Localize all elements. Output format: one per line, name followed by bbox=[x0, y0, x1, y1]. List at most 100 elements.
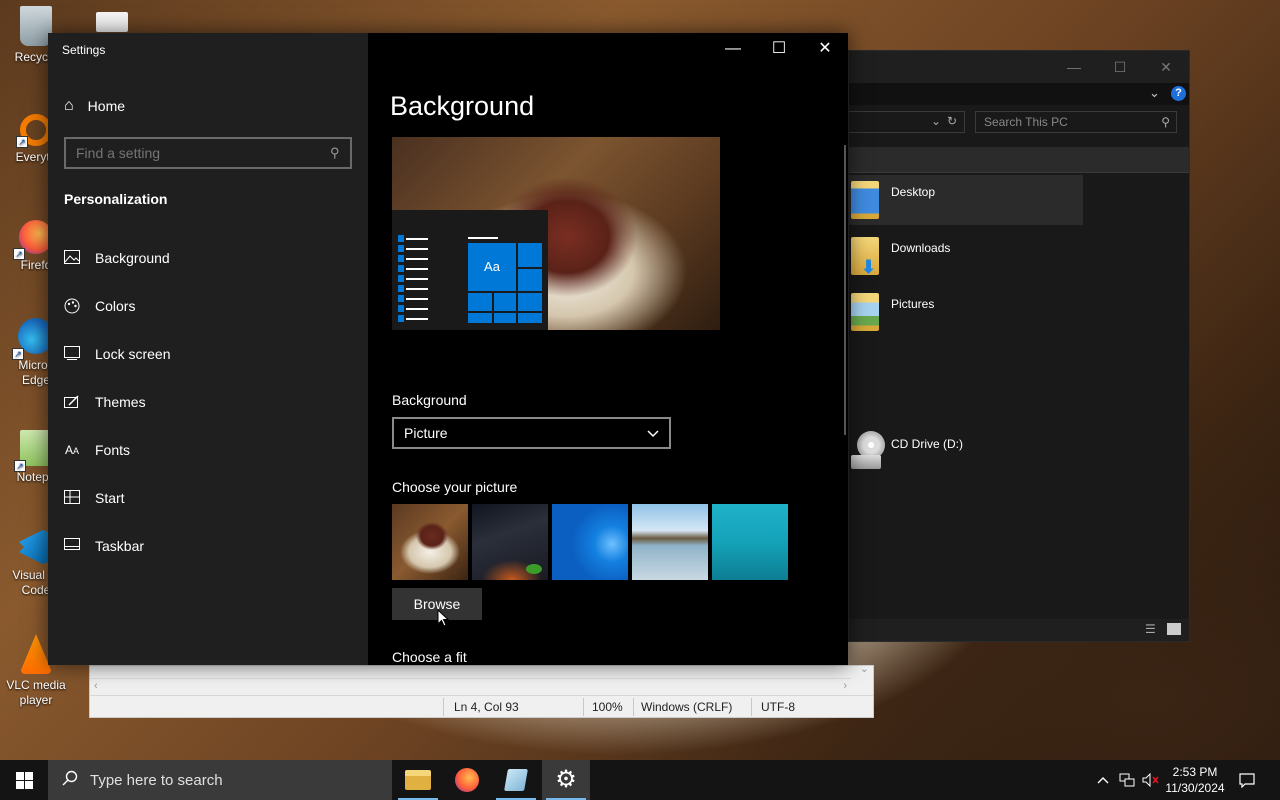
find-setting-input[interactable] bbox=[64, 137, 352, 169]
nav-item-fonts[interactable]: AA Fonts bbox=[64, 438, 130, 462]
address-bar[interactable]: ⌄ ↻ bbox=[849, 111, 965, 133]
explorer-search-input[interactable]: Search This PC ⚲ bbox=[975, 111, 1177, 133]
thumbnail-night-sky[interactable] bbox=[472, 504, 548, 580]
settings-window[interactable]: Settings ⌂ Home ⚲ Personalization Backgr… bbox=[48, 33, 848, 665]
large-icons-view-icon[interactable] bbox=[1167, 623, 1181, 635]
nav-item-background[interactable]: Background bbox=[64, 246, 170, 270]
file-icon[interactable] bbox=[96, 12, 128, 32]
background-type-dropdown[interactable]: Picture bbox=[392, 417, 671, 449]
chevron-down-icon bbox=[647, 425, 659, 441]
preview-tile-aa: Aa bbox=[468, 243, 516, 291]
scroll-left-icon[interactable]: ‹ bbox=[94, 680, 98, 692]
scroll-right-icon[interactable]: › bbox=[843, 680, 847, 692]
refresh-icon[interactable]: ↻ bbox=[947, 114, 957, 128]
shortcut-arrow-icon: ↗ bbox=[12, 348, 24, 360]
search-placeholder: Type here to search bbox=[90, 771, 223, 789]
horizontal-scrollbar[interactable]: ‹ › bbox=[90, 678, 851, 696]
mouse-cursor-icon bbox=[437, 608, 450, 632]
taskbar: Type here to search ⚙ 2:53 PM 11/30/2024 bbox=[0, 760, 1280, 800]
explorer-item-pictures[interactable]: Pictures bbox=[849, 289, 1083, 339]
home-icon: ⌂ bbox=[64, 97, 74, 114]
choose-fit-label: Choose a fit bbox=[392, 649, 467, 665]
settings-content: Background Aa Background Picture Choose … bbox=[390, 33, 848, 665]
desktop-folder-icon bbox=[851, 181, 879, 219]
clock-time: 2:53 PM bbox=[1172, 765, 1218, 779]
section-title: Personalization bbox=[64, 191, 168, 207]
help-icon[interactable]: ? bbox=[1171, 86, 1186, 101]
nav-item-label: Colors bbox=[95, 298, 136, 314]
minimize-icon[interactable]: — bbox=[1059, 57, 1089, 77]
explorer-item-downloads[interactable]: ⬇ Downloads bbox=[849, 233, 1083, 283]
start-button[interactable] bbox=[0, 760, 48, 800]
nav-item-lock-screen[interactable]: Lock screen bbox=[64, 342, 170, 366]
zoom-level: 100% bbox=[592, 700, 623, 714]
start-icon bbox=[64, 490, 80, 506]
item-label: CD Drive (D:) bbox=[891, 437, 963, 451]
thumbnail-beach[interactable] bbox=[632, 504, 708, 580]
notepad-statusbar: Ln 4, Col 93 100% Windows (CRLF) UTF-8 bbox=[90, 695, 873, 717]
maximize-icon[interactable]: ☐ bbox=[1105, 57, 1135, 77]
search-icon: ⚲ bbox=[1161, 115, 1170, 129]
item-label: Pictures bbox=[891, 297, 935, 311]
taskbar-file-explorer[interactable] bbox=[394, 760, 442, 800]
line-ending: Windows (CRLF) bbox=[641, 700, 733, 714]
explorer-item-desktop[interactable]: Desktop bbox=[849, 175, 1083, 225]
firefox-icon bbox=[455, 768, 479, 792]
preview-start-menu: Aa bbox=[392, 210, 548, 330]
taskbar-notepad[interactable] bbox=[492, 760, 540, 800]
download-arrow-icon: ⬇ bbox=[861, 257, 877, 277]
nav-item-start[interactable]: Start bbox=[64, 486, 125, 510]
brush-icon bbox=[64, 394, 80, 410]
cursor-position: Ln 4, Col 93 bbox=[454, 700, 519, 714]
notepad-window[interactable]: ‹ › ⌄ Ln 4, Col 93 100% Windows (CRLF) U… bbox=[89, 662, 874, 718]
nav-item-label: Taskbar bbox=[95, 538, 145, 554]
nav-item-label: Fonts bbox=[95, 442, 131, 458]
chevron-down-icon[interactable]: ⌄ bbox=[1149, 85, 1160, 101]
explorer-ribbon: ⌄ ? bbox=[849, 83, 1189, 105]
thumbnail-underwater[interactable] bbox=[712, 504, 788, 580]
nav-item-taskbar[interactable]: Taskbar bbox=[64, 534, 144, 558]
thumbnail-pastry[interactable] bbox=[392, 504, 468, 580]
taskbar-firefox[interactable] bbox=[443, 760, 491, 800]
notifications-icon[interactable] bbox=[1236, 760, 1258, 800]
picture-thumbnails bbox=[392, 504, 788, 580]
show-hidden-icons[interactable] bbox=[1092, 760, 1114, 800]
background-preview: Aa bbox=[392, 137, 720, 330]
taskbar-settings[interactable]: ⚙ bbox=[542, 760, 590, 800]
taskbar-search-box[interactable]: Type here to search bbox=[48, 760, 392, 800]
explorer-titlebar[interactable]: — ☐ ✕ bbox=[849, 51, 1189, 83]
search-icon: ⚲ bbox=[330, 145, 340, 160]
file-explorer-window[interactable]: — ☐ ✕ ⌄ ? ⌄ ↻ Search This PC ⚲ Desktop ⬇… bbox=[848, 50, 1190, 642]
chevron-up-icon bbox=[1097, 777, 1109, 784]
nav-item-colors[interactable]: Colors bbox=[64, 294, 135, 318]
notepad-icon bbox=[504, 769, 528, 791]
scroll-down-icon[interactable]: ⌄ bbox=[860, 662, 869, 675]
palette-icon bbox=[64, 298, 80, 314]
taskbar-clock[interactable]: 2:53 PM 11/30/2024 bbox=[1158, 764, 1232, 796]
choose-picture-label: Choose your picture bbox=[392, 479, 518, 495]
content-scrollbar[interactable] bbox=[844, 145, 846, 435]
encoding: UTF-8 bbox=[761, 700, 795, 714]
thumbnail-windows-blue[interactable] bbox=[552, 504, 628, 580]
taskbar-icon bbox=[64, 538, 80, 554]
nav-home[interactable]: ⌂ Home bbox=[64, 95, 125, 117]
explorer-item-cd-drive[interactable]: CD Drive (D:) bbox=[849, 429, 1083, 479]
pictures-folder-icon bbox=[851, 293, 879, 331]
picture-icon bbox=[64, 250, 80, 266]
details-view-icon[interactable]: ☰ bbox=[1145, 622, 1156, 636]
nav-item-label: Lock screen bbox=[95, 346, 171, 362]
nav-item-label: Themes bbox=[95, 394, 146, 410]
cd-drive-icon bbox=[851, 431, 885, 471]
clock-date: 11/30/2024 bbox=[1165, 781, 1225, 795]
nav-item-label: Start bbox=[95, 490, 125, 506]
background-label: Background bbox=[392, 392, 467, 408]
shortcut-arrow-icon: ↗ bbox=[14, 460, 26, 472]
lock-screen-icon bbox=[64, 346, 80, 362]
network-icon[interactable] bbox=[1116, 760, 1138, 800]
close-icon[interactable]: ✕ bbox=[1151, 57, 1181, 77]
nav-item-themes[interactable]: Themes bbox=[64, 390, 146, 414]
desktop-icon-label: VLC media player bbox=[6, 678, 66, 707]
dropdown-value: Picture bbox=[404, 425, 448, 441]
chevron-down-icon[interactable]: ⌄ bbox=[931, 114, 941, 128]
file-explorer-icon bbox=[405, 770, 431, 790]
